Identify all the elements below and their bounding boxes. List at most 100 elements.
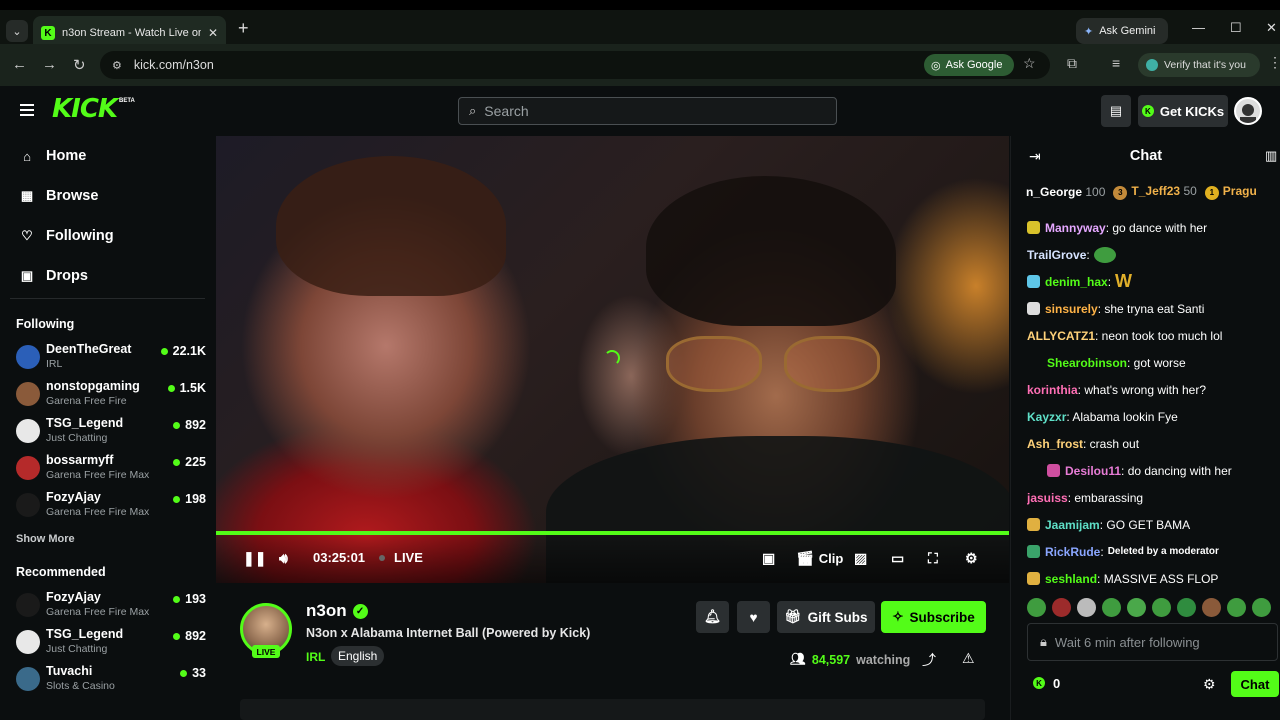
settings-button[interactable]: ⚙ bbox=[965, 550, 978, 567]
chat-username[interactable]: Desilou11 bbox=[1065, 464, 1121, 478]
reload-icon[interactable]: ↻ bbox=[73, 56, 86, 74]
chat-username[interactable]: denim_hax bbox=[1045, 275, 1108, 289]
player-controls: ❚❚ 🔊︎ 03:25:01 LIVE ▣ 🎬︎ Clip ▨ ▭ ⛶ ⚙ bbox=[216, 531, 1009, 583]
gift-subs-button[interactable]: 🎁︎ Gift Subs bbox=[777, 601, 875, 633]
minimize-icon[interactable]: — bbox=[1192, 20, 1205, 35]
clip-button[interactable]: 🎬︎ Clip bbox=[796, 550, 843, 567]
chat-users-icon[interactable]: ▥ bbox=[1265, 148, 1277, 164]
emote-icon[interactable] bbox=[1152, 598, 1171, 617]
emote-icon[interactable] bbox=[1227, 598, 1246, 617]
forward-icon[interactable]: → bbox=[42, 56, 57, 73]
back-icon[interactable]: ← bbox=[12, 56, 27, 73]
channel-item[interactable]: FozyAjay Garena Free Fire Max 193 bbox=[16, 590, 206, 622]
emote-icon[interactable] bbox=[1027, 598, 1046, 617]
language-tag[interactable]: English bbox=[331, 646, 385, 666]
user-avatar[interactable] bbox=[1234, 97, 1262, 125]
gifter[interactable]: 1 Pragu bbox=[1204, 184, 1257, 200]
gifter[interactable]: n_George 100 bbox=[1026, 185, 1105, 199]
chat-username[interactable]: korinthia bbox=[1027, 383, 1078, 397]
chat-username[interactable]: Jaamijam bbox=[1045, 518, 1100, 532]
chat-text: : neon took too much lol bbox=[1095, 328, 1223, 343]
chat-username[interactable]: jasuiss bbox=[1027, 491, 1068, 505]
send-chat-button[interactable]: Chat bbox=[1231, 671, 1279, 697]
library-button[interactable]: ▤ bbox=[1101, 95, 1131, 127]
report-button[interactable]: ⚠ bbox=[962, 650, 975, 667]
user-badge-icon bbox=[1027, 302, 1040, 315]
channel-item[interactable]: DeenTheGreat IRL 22.1K bbox=[16, 342, 206, 374]
sidebar-item-home[interactable]: ⌂ Home bbox=[20, 148, 86, 164]
close-tab-icon[interactable]: ✕ bbox=[208, 26, 218, 40]
close-window-icon[interactable]: ✕ bbox=[1266, 20, 1277, 36]
emote-icon[interactable] bbox=[1102, 598, 1121, 617]
home-icon: ⌂ bbox=[23, 148, 31, 164]
gemini-icon: ✦ bbox=[1084, 25, 1094, 38]
share-button[interactable]: ⤴ bbox=[922, 650, 936, 670]
chat-username[interactable]: Mannyway bbox=[1045, 221, 1106, 235]
channel-item[interactable]: bossarmyff Garena Free Fire Max 225 bbox=[16, 453, 206, 485]
menu-icon[interactable] bbox=[20, 104, 34, 116]
tab-search-button[interactable]: ⌄ bbox=[6, 20, 28, 42]
emote-icon[interactable] bbox=[1077, 598, 1096, 617]
extensions-icon[interactable]: ⧉ bbox=[1067, 55, 1077, 72]
chat-footer: K 0 ⚙ Chat bbox=[1011, 668, 1280, 708]
chat-username[interactable]: sinsurely bbox=[1045, 302, 1098, 316]
emote-icon[interactable] bbox=[1052, 598, 1071, 617]
emote-icon[interactable] bbox=[1177, 598, 1196, 617]
ask-google-button[interactable]: ◎ Ask Google bbox=[924, 54, 1014, 76]
follow-button[interactable]: ♥ bbox=[737, 601, 770, 633]
channel-item[interactable]: TSG_Legend Just Chatting 892 bbox=[16, 416, 206, 448]
chat-input[interactable]: 🔒︎ Wait 6 min after following bbox=[1027, 623, 1278, 661]
search-input[interactable] bbox=[484, 103, 815, 119]
verify-profile-button[interactable]: Verify that it's you bbox=[1138, 53, 1260, 77]
channel-category: Garena Free Fire Max bbox=[46, 469, 150, 481]
miniplayer-button[interactable]: ▭ bbox=[891, 550, 904, 567]
stats-button[interactable]: ▨ bbox=[854, 550, 867, 567]
emote-icon[interactable] bbox=[1252, 598, 1271, 617]
video-player[interactable]: ❚❚ 🔊︎ 03:25:01 LIVE ▣ 🎬︎ Clip ▨ ▭ ⛶ ⚙ bbox=[216, 136, 1009, 583]
chat-username[interactable]: TrailGrove bbox=[1027, 248, 1086, 262]
chat-username[interactable]: RickRude bbox=[1045, 545, 1100, 559]
live-indicator[interactable]: LIVE bbox=[379, 550, 423, 565]
chat-username[interactable]: Ash_frost bbox=[1027, 437, 1083, 451]
chat-message: jasuiss: embarassing bbox=[1027, 484, 1280, 511]
channel-item[interactable]: TSG_Legend Just Chatting 892 bbox=[16, 627, 206, 659]
progress-bar[interactable] bbox=[216, 531, 1009, 535]
url-field[interactable]: ⚙ kick.com/n3on bbox=[100, 51, 1050, 79]
sidebar-item-following[interactable]: ♡ Following bbox=[20, 228, 113, 244]
fullscreen-button[interactable]: ⛶ bbox=[928, 550, 938, 567]
gifter[interactable]: 3 T_Jeff23 50 bbox=[1113, 184, 1197, 200]
chat-username[interactable]: seshland bbox=[1045, 572, 1097, 586]
channel-category: Garena Free Fire bbox=[46, 395, 127, 407]
bookmark-star-icon[interactable]: ☆ bbox=[1023, 55, 1036, 72]
channel-item[interactable]: nonstopgaming Garena Free Fire 1.5K bbox=[16, 379, 206, 411]
notifications-button[interactable]: 🔔︎ bbox=[696, 601, 729, 633]
channel-item[interactable]: Tuvachi Slots & Casino 33 bbox=[16, 664, 206, 696]
kick-logo[interactable]: KICK bbox=[52, 94, 118, 124]
sidebar-item-label: Drops bbox=[46, 268, 88, 284]
get-kicks-button[interactable]: K Get KICKs bbox=[1138, 95, 1228, 127]
stream-category[interactable]: IRL bbox=[306, 650, 325, 664]
media-controls-icon[interactable]: ≡ bbox=[1112, 55, 1120, 71]
streamer-name[interactable]: n3on ✓ bbox=[306, 601, 368, 621]
site-info-icon[interactable]: ⚙ bbox=[112, 59, 122, 72]
new-tab-button[interactable]: + bbox=[238, 18, 249, 39]
chat-settings-icon[interactable]: ⚙ bbox=[1203, 676, 1216, 693]
volume-button[interactable]: 🔊︎ bbox=[279, 550, 288, 567]
subscribe-button[interactable]: ✧ Subscribe bbox=[881, 601, 986, 633]
chat-username[interactable]: ALLYCATZ1 bbox=[1027, 329, 1095, 343]
chat-username[interactable]: Shearobinson bbox=[1047, 356, 1127, 370]
pause-button[interactable]: ❚❚ bbox=[243, 550, 266, 567]
chat-username[interactable]: Kayzxr bbox=[1027, 410, 1066, 424]
channel-item[interactable]: FozyAjay Garena Free Fire Max 198 bbox=[16, 490, 206, 522]
maximize-icon[interactable]: ☐ bbox=[1230, 20, 1242, 36]
sidebar-item-drops[interactable]: ▣ Drops bbox=[20, 268, 88, 284]
browser-menu-icon[interactable]: ⋮ bbox=[1268, 54, 1280, 71]
ask-gemini-button[interactable]: ✦ Ask Gemini bbox=[1076, 18, 1168, 44]
search-box[interactable]: ⌕ bbox=[458, 97, 837, 125]
emote-icon[interactable] bbox=[1202, 598, 1221, 617]
emote-icon[interactable] bbox=[1127, 598, 1146, 617]
show-more-button[interactable]: Show More bbox=[16, 533, 75, 545]
viewer-count: 892 bbox=[173, 418, 206, 432]
theater-mode-button[interactable]: ▣ bbox=[762, 550, 775, 567]
sidebar-item-browse[interactable]: ▦ Browse bbox=[20, 188, 99, 204]
